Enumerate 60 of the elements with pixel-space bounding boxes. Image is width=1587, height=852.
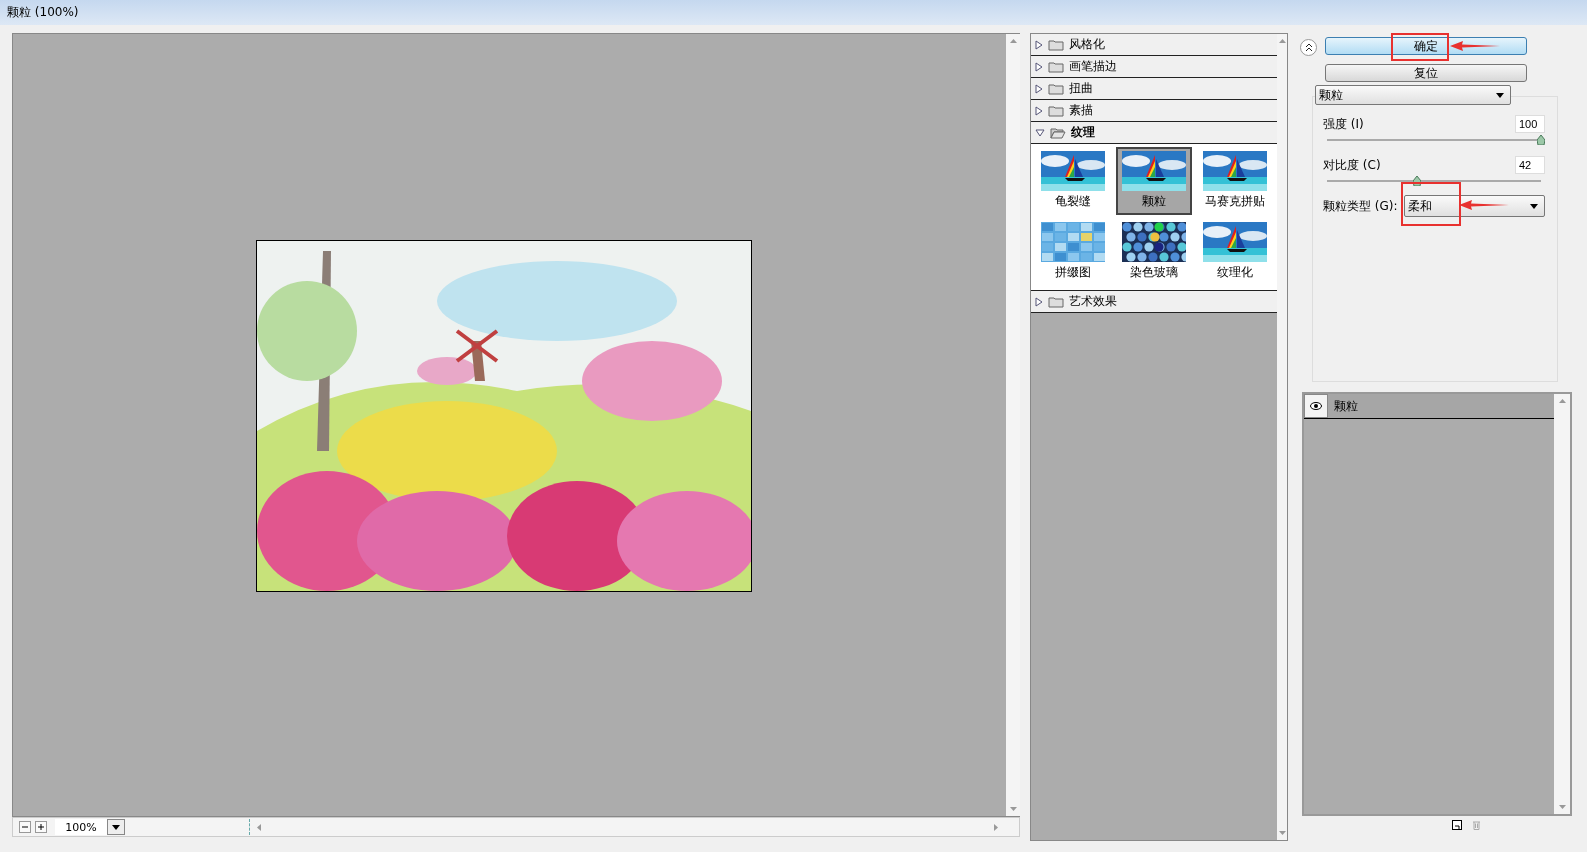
folder-icon [1048,60,1064,73]
slider-thumb[interactable] [1412,176,1421,186]
slider-label: 强度 (I) [1323,115,1364,133]
new-layer-icon[interactable] [1451,820,1462,830]
scroll-up-icon[interactable] [1277,38,1287,44]
filter-category[interactable]: 纹理 [1031,122,1277,144]
scroll-down-icon[interactable] [1277,830,1287,836]
dialog-button[interactable]: 复位 [1325,64,1527,82]
caret-icon [1496,92,1504,98]
filter-category[interactable]: 风格化 [1031,34,1277,56]
zoom-dropdown[interactable]: 100% [55,819,125,835]
filter-category[interactable]: 扭曲 [1031,78,1277,100]
folder-icon [1048,104,1064,117]
scroll-down-icon[interactable] [1557,804,1567,810]
zoom-out-button[interactable] [19,821,31,833]
scroll-up-icon[interactable] [1008,38,1018,44]
scroll-up-icon[interactable] [1557,398,1567,404]
expand-triangle-icon [1035,105,1043,116]
effect-layer[interactable]: 颗粒 [1304,394,1554,419]
filter-thumbnail[interactable]: 拼缀图 [1035,218,1111,286]
expand-triangle-icon [1035,39,1043,50]
double-chevron-up-icon [1304,43,1313,52]
expand-triangle-icon [1035,296,1043,307]
filter-category[interactable]: 艺术效果 [1031,291,1277,313]
folder-icon [1048,82,1064,95]
value-field[interactable]: 42 [1515,156,1545,174]
slider-thumb[interactable] [1537,135,1545,145]
scroll-left-icon[interactable] [256,822,262,832]
eye-icon [1310,402,1322,410]
scrollbar[interactable] [1277,34,1287,840]
slider-label: 对比度 (C) [1323,156,1381,174]
filter-category[interactable]: 画笔描边 [1031,56,1277,78]
scroll-right-icon[interactable] [993,822,999,832]
folder-icon [1050,126,1066,139]
zoom-in-button[interactable] [35,821,47,833]
window-title: 颗粒 (100%) [7,4,79,21]
dialog-button[interactable]: 确定 [1325,37,1527,55]
visibility-toggle[interactable] [1304,394,1328,418]
folder-icon [1048,295,1064,308]
expand-triangle-icon [1035,61,1043,72]
filter-thumbnail[interactable]: 马赛克拼贴 [1197,147,1273,215]
trash-icon[interactable] [1471,820,1481,830]
filter-thumbnail[interactable]: 纹理化 [1197,218,1273,286]
plus-icon [37,822,45,831]
value-field[interactable]: 100 [1515,115,1545,133]
filter-category[interactable]: 素描 [1031,100,1277,122]
grain-type-dropdown[interactable]: 柔和 [1403,195,1545,217]
filter-thumbnail[interactable]: 染色玻璃 [1116,218,1192,286]
grain-type-label: 颗粒类型 (G): [1323,197,1398,215]
filter-dropdown[interactable]: 颗粒 [1315,85,1511,105]
filter-thumbnail[interactable]: 龟裂缝 [1035,147,1111,215]
expand-triangle-icon [1035,83,1043,94]
filter-thumbnail[interactable]: 颗粒 [1116,147,1192,215]
folder-icon [1048,38,1064,51]
caret-icon [1530,203,1538,209]
scrollbar[interactable] [1006,34,1020,816]
caret-icon [112,824,120,830]
collapse-triangle-icon [1035,128,1045,137]
collapse-button[interactable] [1300,39,1317,56]
scroll-down-icon[interactable] [1008,806,1018,812]
